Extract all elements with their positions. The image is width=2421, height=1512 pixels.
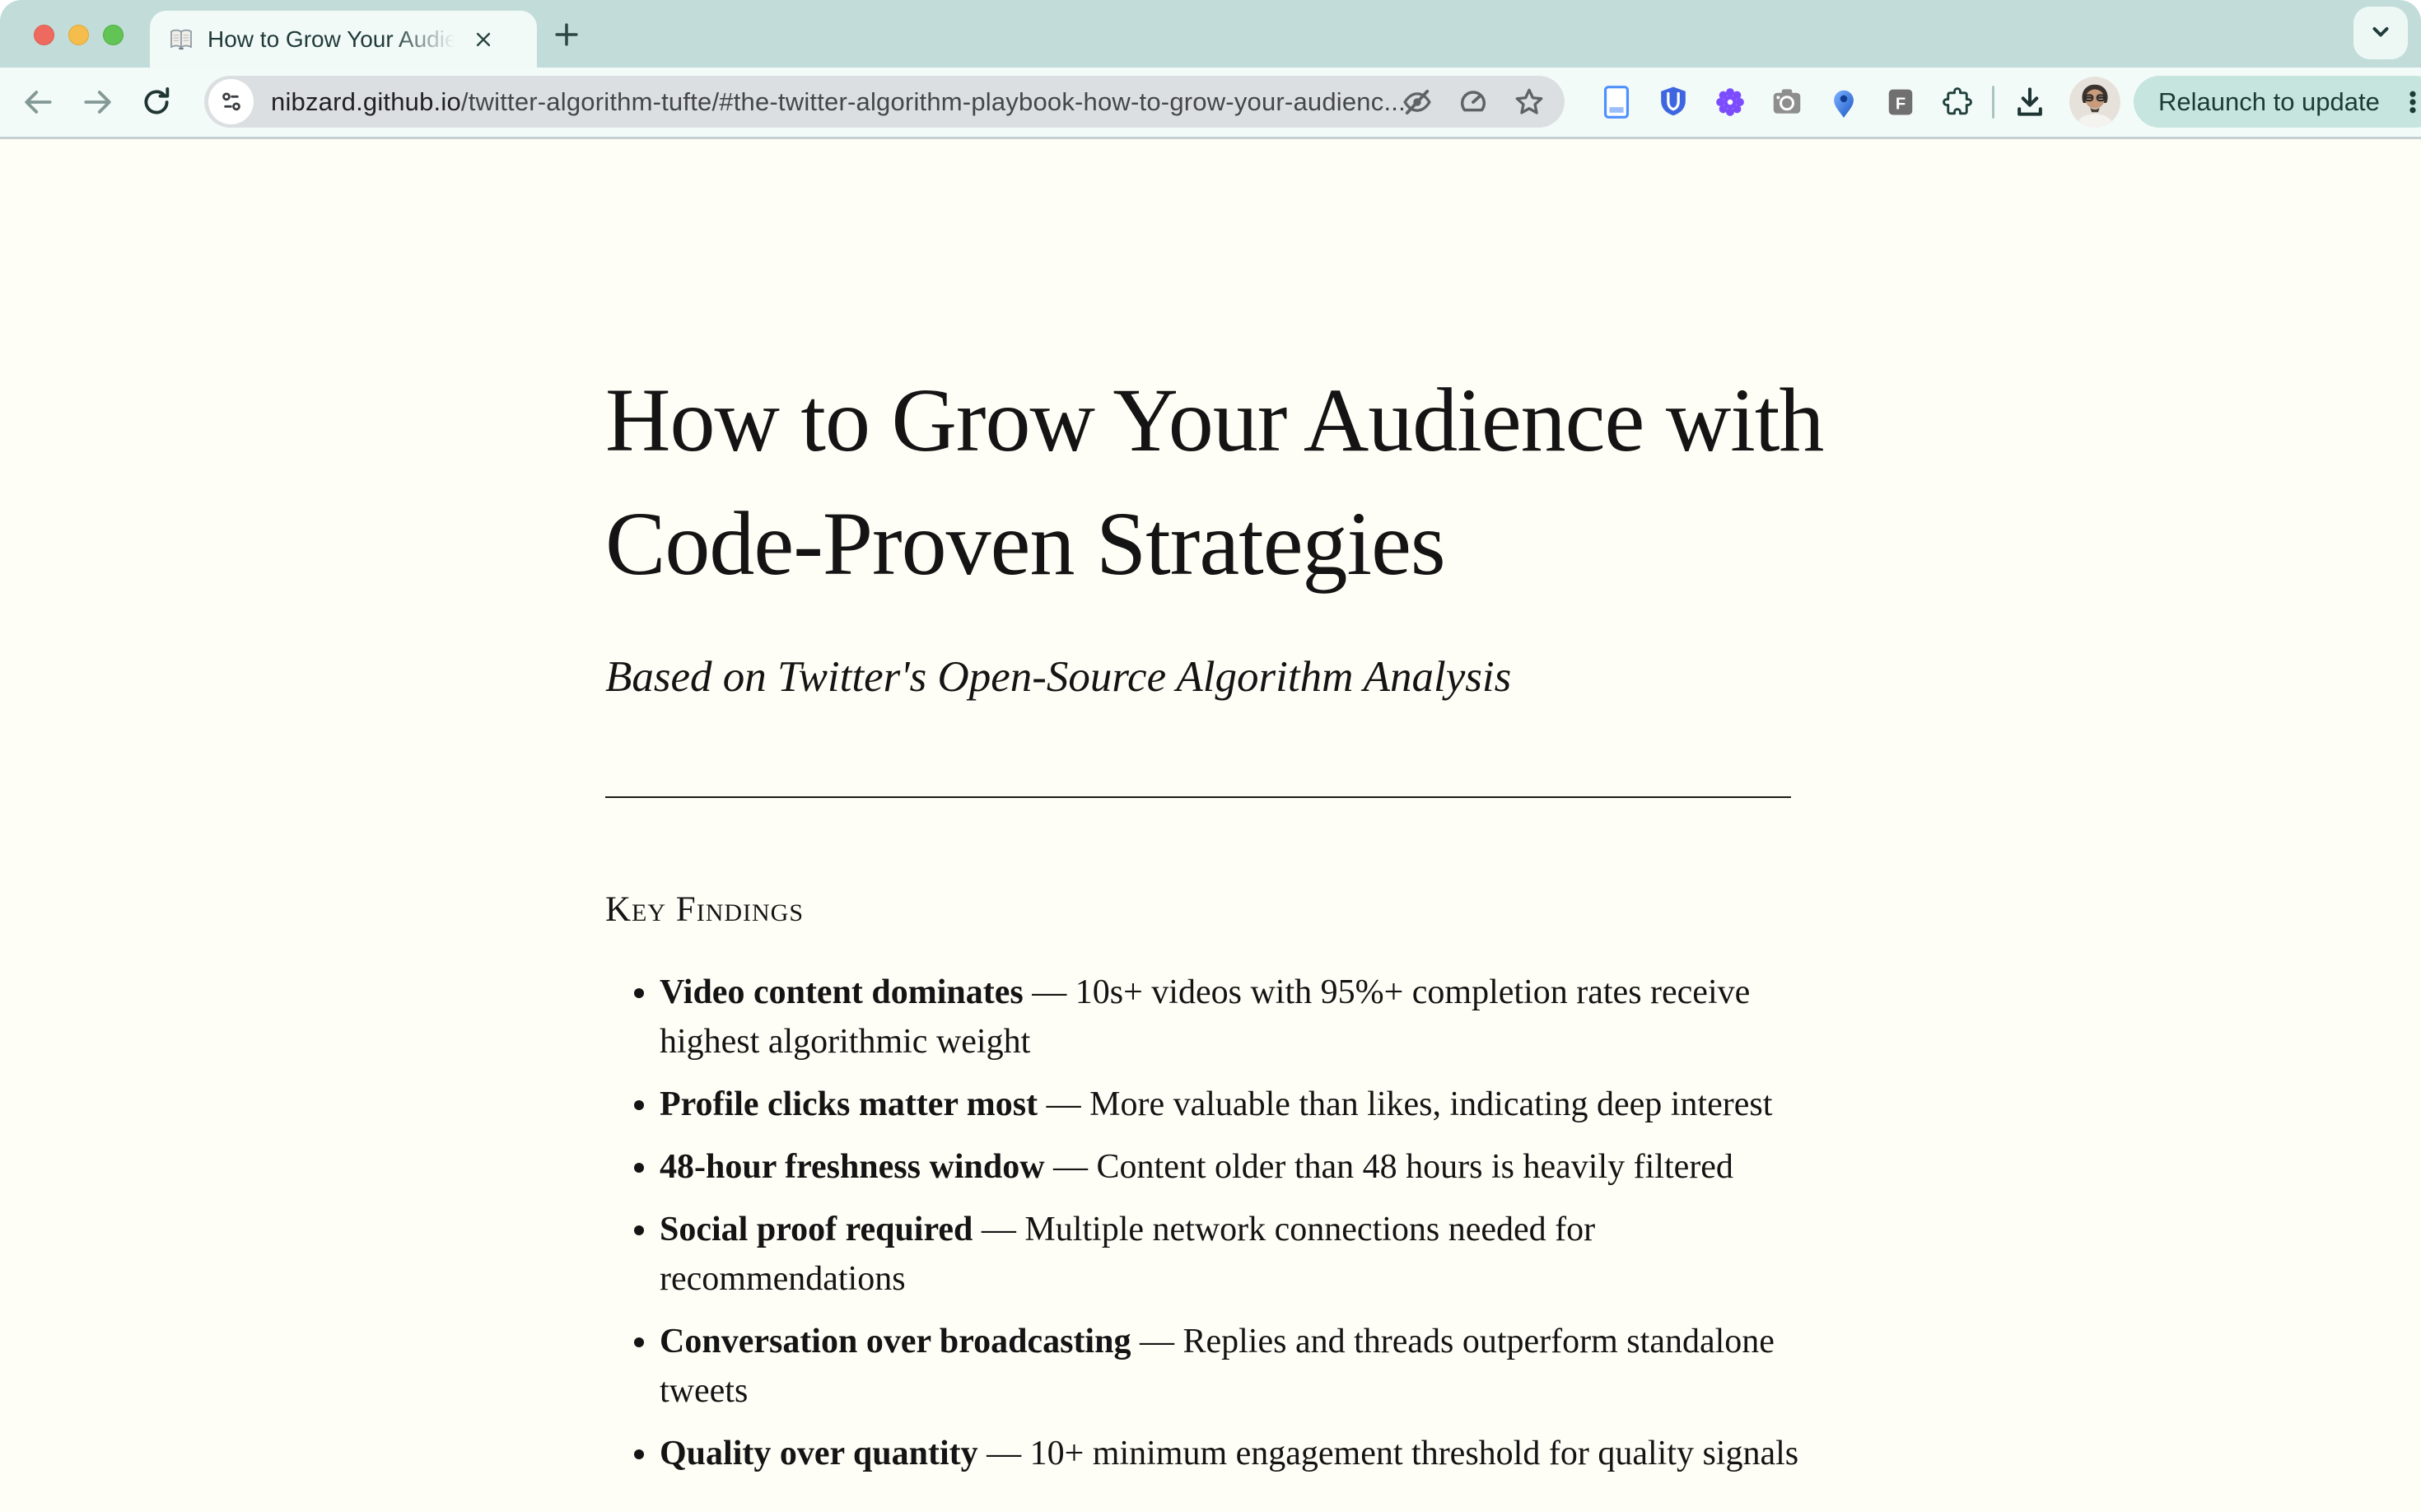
browser-toolbar: nibzard.github.io/twitter-algorithm-tuft… <box>0 68 2421 139</box>
url-text: nibzard.github.io/twitter-algorithm-tuft… <box>271 87 1406 117</box>
close-window-button[interactable] <box>34 25 54 45</box>
open-book-icon <box>168 26 194 53</box>
f-badge-icon[interactable]: F <box>1872 76 1929 128</box>
finding-lead: Quality over quantity <box>660 1435 978 1472</box>
page-content: How to Grow Your Audience with Code-Prov… <box>0 139 2421 1512</box>
finding-rest: — More valuable than likes, indicating d… <box>1038 1085 1772 1123</box>
shield-icon[interactable] <box>1644 76 1701 128</box>
tab-title: How to Grow Your Audience w <box>208 26 463 53</box>
section-divider <box>605 796 1791 798</box>
url-domain: nibzard.github.io <box>271 87 461 116</box>
eye-off-icon[interactable] <box>1400 85 1434 119</box>
finding-lead: 48-hour freshness window <box>660 1148 1045 1186</box>
new-tab-button[interactable] <box>550 18 583 51</box>
svg-text:F: F <box>1895 95 1905 113</box>
user-avatar[interactable] <box>2069 77 2120 128</box>
finding-lead: Video content dominates <box>660 973 1024 1011</box>
zoom-window-button[interactable] <box>103 25 124 45</box>
finding-rest: — 10+ minimum engagement threshold for q… <box>978 1435 1799 1472</box>
address-bar[interactable]: nibzard.github.io/twitter-algorithm-tuft… <box>204 76 1565 128</box>
finding-rest: — Content older than 48 hours is heavily… <box>1045 1148 1733 1186</box>
reload-button[interactable] <box>137 82 176 122</box>
list-item: Video content dominates — 10s+ videos wi… <box>660 968 1845 1066</box>
list-item: Conversation over broadcasting — Replies… <box>660 1317 1845 1416</box>
back-button[interactable] <box>18 82 58 122</box>
url-path: /twitter-algorithm-tufte/#the-twitter-al… <box>461 87 1406 116</box>
doc-icon[interactable] <box>1588 76 1644 128</box>
toolbar-divider <box>1992 86 1994 119</box>
key-findings-heading: Key Findings <box>605 890 1845 930</box>
three-dot-menu-icon[interactable] <box>2396 86 2421 119</box>
list-item: 48-hour freshness window — Content older… <box>660 1142 1845 1192</box>
page-title: How to Grow Your Audience with Code-Prov… <box>605 139 1845 605</box>
tune-icon <box>218 89 245 115</box>
chevron-down-icon <box>2366 16 2395 50</box>
list-item: Quality over quantity — 10+ minimum enga… <box>660 1429 1845 1478</box>
browser-tab[interactable]: How to Grow Your Audience w <box>150 11 537 68</box>
map-pin-icon[interactable] <box>1815 76 1872 128</box>
flower-gear-icon[interactable] <box>1701 76 1758 128</box>
gauge-icon[interactable] <box>1456 85 1490 119</box>
relaunch-label: Relaunch to update <box>2158 87 2380 117</box>
site-info-button[interactable] <box>208 79 254 124</box>
window-controls <box>34 25 124 45</box>
relaunch-button[interactable]: Relaunch to update <box>2134 76 2421 128</box>
finding-lead: Conversation over broadcasting <box>660 1323 1131 1360</box>
list-item: Profile clicks matter most — More valuab… <box>660 1080 1845 1129</box>
page-subtitle: Based on Twitter's Open-Source Algorithm… <box>605 648 1845 706</box>
finding-lead: Profile clicks matter most <box>660 1085 1038 1123</box>
forward-button[interactable] <box>78 82 118 122</box>
key-findings-list: Video content dominates — 10s+ videos wi… <box>605 968 1845 1478</box>
article: How to Grow Your Audience with Code-Prov… <box>605 139 1845 1491</box>
extensions-row: F <box>1588 76 2421 128</box>
puzzle-icon[interactable] <box>1929 76 1985 128</box>
tab-close-icon[interactable] <box>468 24 499 55</box>
tab-strip: How to Grow Your Audience w <box>0 0 2421 68</box>
list-item: Social proof required — Multiple network… <box>660 1205 1845 1304</box>
star-icon[interactable] <box>1512 85 1546 119</box>
finding-lead: Social proof required <box>660 1211 973 1248</box>
minimize-window-button[interactable] <box>68 25 89 45</box>
download-icon[interactable] <box>2001 76 2058 128</box>
browser-window: How to Grow Your Audience w <box>0 0 2421 1512</box>
camera-icon[interactable] <box>1758 76 1815 128</box>
tab-search-button[interactable] <box>2353 7 2408 59</box>
